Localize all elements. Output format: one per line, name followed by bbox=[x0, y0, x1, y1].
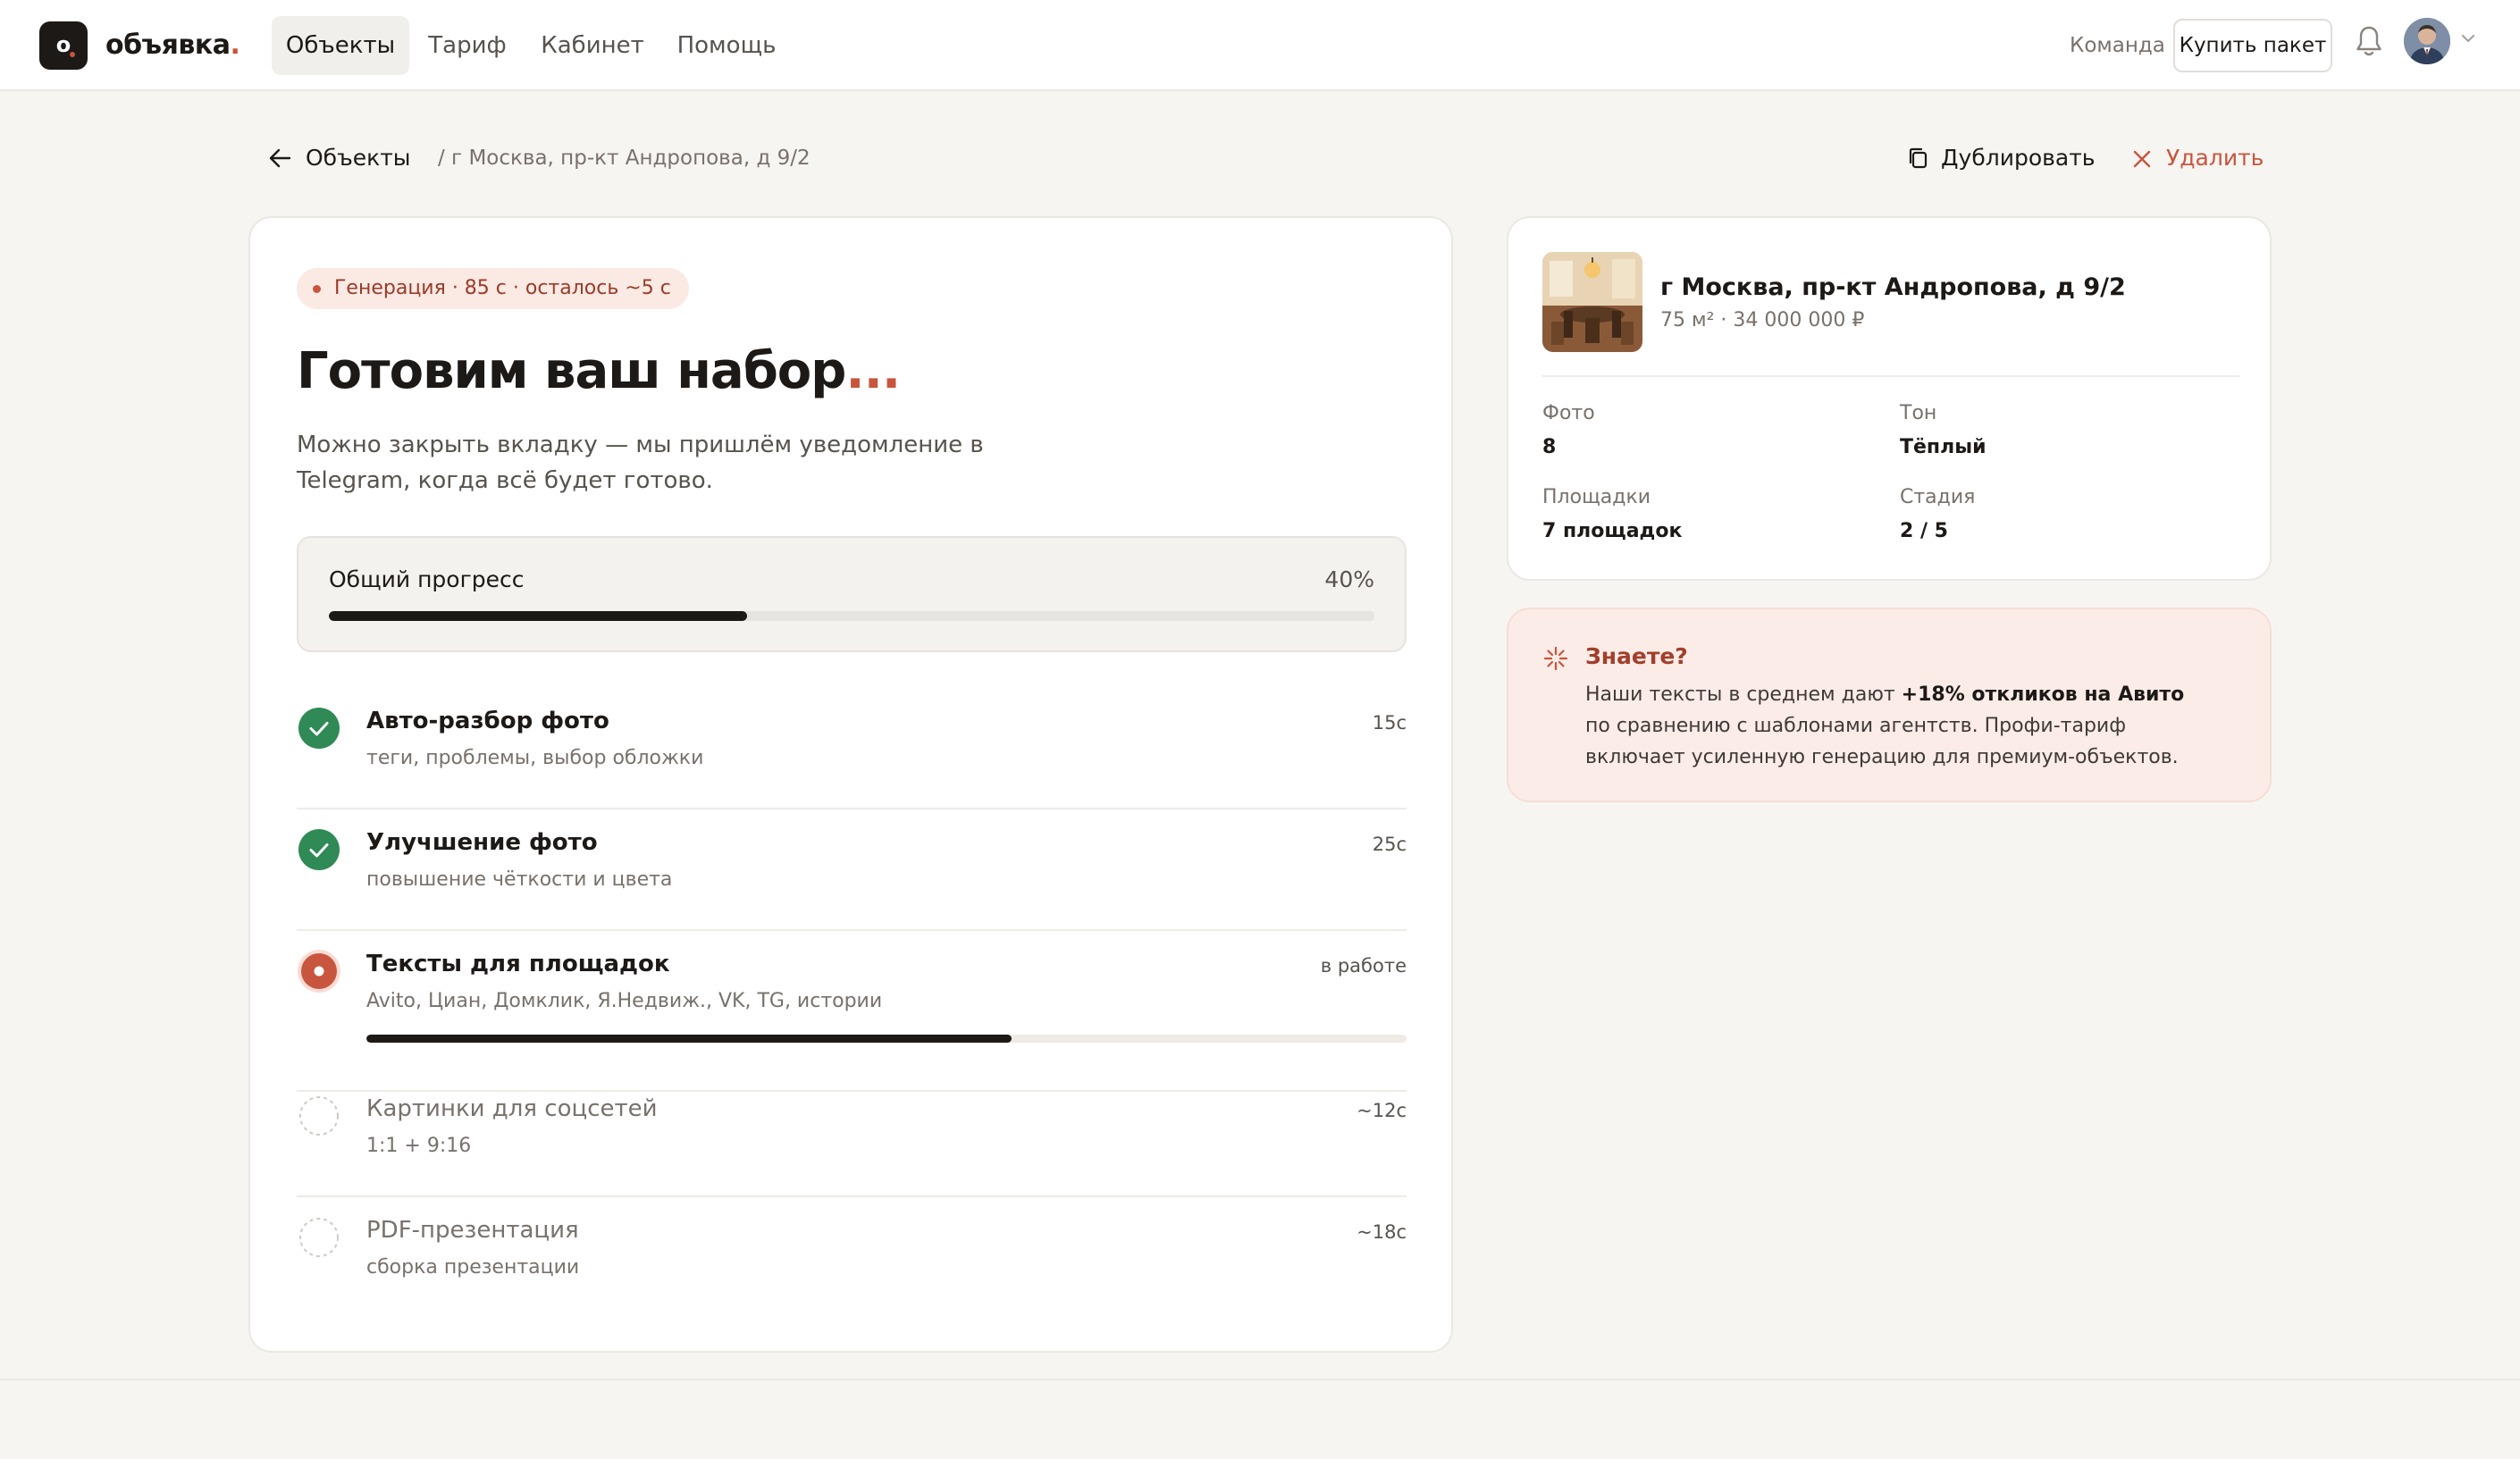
copy-icon bbox=[1909, 147, 1928, 169]
tip-body-end: по сравнению с шаблонами агентств. Профи… bbox=[1585, 715, 2179, 768]
step-subtitle: сборка презентации bbox=[366, 1256, 580, 1279]
check-circle-icon bbox=[298, 829, 340, 870]
active-dot-icon bbox=[298, 950, 340, 993]
step-progress-fill bbox=[366, 1035, 1012, 1043]
team-link[interactable]: Команда bbox=[2070, 31, 2165, 60]
back-link-label: Объекты bbox=[306, 145, 411, 171]
buy-package-button[interactable]: Купить пакет bbox=[2173, 19, 2332, 72]
step-subtitle: Avito, Циан, Домклик, Я.Недвиж., VK, TG,… bbox=[366, 990, 883, 1012]
generation-status-badge: Генерация · 85 с · осталось ~5 с bbox=[297, 268, 689, 309]
sparkle-icon bbox=[1543, 646, 1568, 671]
tip-body-start: Наши тексты в среднем дают bbox=[1585, 683, 1902, 706]
object-address: г Москва, пр-кт Андропова, д 9/2 bbox=[1660, 273, 2126, 301]
delete-label: Удалить bbox=[2166, 145, 2264, 171]
logo-dot bbox=[70, 52, 75, 57]
tip-title: Знаете? bbox=[1585, 643, 1688, 669]
step-title: PDF-презентация bbox=[366, 1217, 579, 1244]
generation-status-text: Генерация · 85 с · осталось ~5 с bbox=[334, 277, 671, 299]
footer-divider bbox=[0, 1379, 2520, 1380]
step-title: Картинки для соцсетей bbox=[366, 1095, 658, 1122]
stat-stage-label: Стадия bbox=[1900, 486, 1976, 508]
stat-photos-value: 8 bbox=[1542, 436, 1557, 458]
step-pdf-presentation: PDF-презентация сборка презентации ~18с bbox=[297, 1215, 1407, 1304]
tip-body-highlight: +18% откликов на Авито bbox=[1901, 683, 2185, 706]
avatar-portrait bbox=[2404, 18, 2450, 64]
step-title: Улучшение фото bbox=[366, 829, 598, 856]
step-subtitle: повышение чёткости и цвета bbox=[366, 868, 673, 891]
status-dot bbox=[313, 285, 321, 293]
overall-progress-value: 40% bbox=[1324, 566, 1374, 592]
step-progress-track bbox=[366, 1035, 1407, 1043]
object-summary-card: г Москва, пр-кт Андропова, д 9/2 75 м² ·… bbox=[1507, 216, 2272, 581]
arrow-left-icon bbox=[269, 148, 291, 168]
step-subtitle: 1:1 + 9:16 bbox=[366, 1135, 472, 1157]
page-title: Готовим ваш набор... bbox=[297, 340, 901, 404]
step-time: ~12с bbox=[1357, 1100, 1407, 1121]
step-divider bbox=[297, 808, 1407, 809]
page-description: Можно закрыть вкладку — мы пришлём уведо… bbox=[297, 432, 984, 494]
step-time: 25с bbox=[1372, 834, 1407, 855]
tip-card: Знаете? Наши тексты в среднем дают +18% … bbox=[1507, 608, 2272, 802]
step-photo-enhance: Улучшение фото повышение чёткости и цвет… bbox=[297, 827, 1407, 931]
nav-tab-help[interactable]: Помощь bbox=[668, 16, 785, 75]
step-divider bbox=[297, 929, 1407, 931]
bell-icon[interactable] bbox=[2354, 23, 2384, 59]
object-meta: 75 м² · 34 000 000 ₽ bbox=[1660, 309, 1865, 331]
step-divider bbox=[297, 1195, 1407, 1197]
nav-tab-tariff[interactable]: Тариф bbox=[422, 16, 513, 75]
chevron-down-icon[interactable] bbox=[2459, 32, 2477, 45]
step-time: ~18с bbox=[1357, 1221, 1407, 1243]
step-photo-analysis: Авто-разбор фото теги, проблемы, выбор о… bbox=[297, 706, 1407, 809]
overall-progress-fill bbox=[329, 611, 747, 621]
step-status: в работе bbox=[1320, 955, 1407, 977]
generation-card: Генерация · 85 с · осталось ~5 с Готовим… bbox=[248, 216, 1453, 1353]
page-title-text: Готовим ваш набор bbox=[297, 342, 846, 400]
overall-progress: Общий прогресс 40% bbox=[297, 536, 1407, 652]
step-subtitle: теги, проблемы, выбор обложки bbox=[366, 747, 704, 769]
top-bar: o объявка. Объекты Тариф Кабинет Помощь … bbox=[0, 0, 2520, 91]
nav-tab-cabinet[interactable]: Кабинет bbox=[534, 16, 651, 75]
interior-photo bbox=[1542, 252, 1642, 352]
step-platform-texts: Тексты для площадок Avito, Циан, Домклик… bbox=[297, 949, 1407, 1092]
stat-platforms-value: 7 площадок bbox=[1542, 520, 1683, 542]
close-icon bbox=[2133, 150, 2151, 168]
step-social-images: Картинки для соцсетей 1:1 + 9:16 ~12с bbox=[297, 1094, 1407, 1197]
brand-name-text: объявка bbox=[105, 29, 231, 61]
check-circle-icon bbox=[298, 708, 340, 749]
duplicate-label: Дублировать bbox=[1941, 145, 2096, 171]
logo-mark[interactable]: o bbox=[39, 21, 88, 70]
logo-letter: o bbox=[55, 32, 71, 57]
breadcrumb-path: / г Москва, пр-кт Андропова, д 9/2 bbox=[438, 147, 811, 170]
stat-tone-label: Тон bbox=[1900, 402, 1937, 424]
step-title: Авто-разбор фото bbox=[366, 708, 609, 734]
step-title: Тексты для площадок bbox=[366, 951, 670, 977]
dashed-circle-icon bbox=[299, 1096, 339, 1136]
object-thumbnail[interactable] bbox=[1542, 252, 1642, 352]
stat-photos-label: Фото bbox=[1542, 402, 1595, 424]
dashed-circle-icon bbox=[299, 1218, 339, 1257]
step-time: 15с bbox=[1372, 712, 1407, 734]
summary-divider bbox=[1542, 375, 2239, 377]
tip-body: Наши тексты в среднем дают +18% откликов… bbox=[1585, 679, 2211, 773]
page-title-ellipsis: ... bbox=[845, 342, 901, 400]
brand-name[interactable]: объявка. bbox=[105, 29, 240, 63]
user-avatar[interactable] bbox=[2404, 18, 2450, 64]
stat-stage-value: 2 / 5 bbox=[1900, 520, 1948, 542]
step-divider bbox=[297, 1090, 1407, 1092]
overall-progress-label: Общий прогресс bbox=[329, 566, 525, 592]
nav-tab-objects[interactable]: Объекты bbox=[272, 16, 409, 75]
brand-name-dot: . bbox=[230, 29, 240, 61]
stat-platforms-label: Площадки bbox=[1542, 486, 1651, 508]
overall-progress-track bbox=[329, 611, 1374, 621]
stat-tone-value: Тёплый bbox=[1900, 436, 1987, 458]
